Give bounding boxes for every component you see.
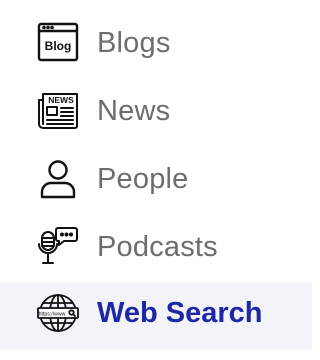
newspaper-icon: NEWS — [37, 90, 79, 132]
podcast-microphone-icon — [37, 226, 79, 268]
menu-item-blogs[interactable]: Blog Blogs — [0, 6, 312, 74]
menu-item-label: Web Search — [97, 297, 263, 329]
menu-item-label: People — [97, 163, 189, 195]
menu-item-people[interactable]: People — [0, 142, 312, 210]
svg-text:NEWS: NEWS — [48, 95, 74, 105]
menu-item-news[interactable]: NEWS News — [0, 74, 312, 142]
svg-text:Blog: Blog — [45, 39, 72, 53]
person-icon — [37, 158, 79, 200]
menu-item-podcasts[interactable]: Podcasts — [0, 210, 312, 278]
globe-search-icon: https://www — [37, 292, 79, 334]
sidebar-menu: Blog Blogs NEWS News People Podcasts htt… — [0, 0, 312, 360]
menu-item-label: Blogs — [97, 27, 171, 59]
svg-text:https://www: https://www — [39, 312, 66, 318]
menu-item-label: News — [97, 95, 171, 127]
blog-icon: Blog — [37, 22, 79, 64]
menu-item-web-search[interactable]: https://www Web Search — [0, 282, 312, 350]
menu-item-label: Podcasts — [97, 231, 218, 263]
